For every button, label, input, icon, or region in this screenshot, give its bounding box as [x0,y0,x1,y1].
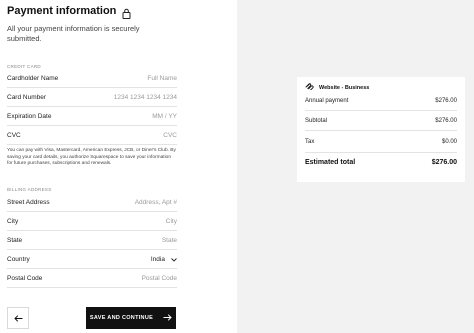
state-label: State [7,236,23,244]
back-button[interactable] [7,307,29,329]
annual-payment-row: Annual payment $276.00 [305,98,457,104]
tax-row: Tax $0.00 [305,139,457,145]
cardholder-name-input[interactable]: Full Name [147,75,177,82]
cardholder-name-label: Cardholder Name [7,74,59,82]
card-number-label: Card Number [7,93,47,101]
order-summary-card: Website - Business Annual payment $276.0… [297,77,465,182]
page-subtitle: All your payment information is securely… [7,24,140,43]
postal-code-label: Postal Code [7,274,43,282]
summary-divider [305,110,457,111]
card-number-field[interactable]: Card Number 1234 1234 1234 1234 [7,88,177,107]
country-select[interactable]: Country India [7,250,177,269]
chevron-down-icon [171,257,177,262]
save-and-continue-label: SAVE AND CONTINUE [89,315,154,321]
plan-name: Website - Business [319,84,370,91]
page-title: Payment information [7,5,117,17]
state-field[interactable]: State State [7,231,177,250]
postal-code-field[interactable]: Postal Code Postal Code [7,269,177,288]
subtotal-row: Subtotal $276.00 [305,118,457,124]
cardholder-name-field[interactable]: Cardholder Name Full Name [7,69,177,88]
street-address-label: Street Address [7,198,50,206]
city-label: City [7,217,19,225]
country-label: Country [7,255,30,263]
cvc-label: CVC [7,131,21,139]
expiration-date-field[interactable]: Expiration Date MM / YY [7,107,177,126]
cvc-input[interactable]: CVC [163,132,177,139]
estimated-total-row: Estimated total $276.00 [305,159,457,166]
postal-code-input[interactable]: Postal Code [142,275,177,282]
city-input[interactable]: City [166,218,177,225]
country-selected-value: India [150,255,165,263]
tax-value: $0.00 [441,139,457,145]
city-field[interactable]: City City [7,212,177,231]
subtotal-label: Subtotal [305,118,328,124]
billing-address-section-label: BILLING ADDRESS [7,187,52,192]
card-authorization-note: You can pay with Visa, Mastercard, Ameri… [7,148,176,166]
lock-icon [122,6,131,19]
annual-payment-value: $276.00 [435,98,457,104]
expiration-date-label: Expiration Date [7,112,52,120]
subtotal-value: $276.00 [435,118,457,124]
street-address-field[interactable]: Street Address Address, Apt # [7,193,177,212]
card-number-input[interactable]: 1234 1234 1234 1234 [114,94,177,101]
annual-payment-label: Annual payment [305,98,349,104]
arrow-left-icon [13,309,23,327]
state-input[interactable]: State [162,237,177,244]
country-value[interactable]: India [151,256,177,263]
squarespace-logo-icon [305,82,314,92]
street-address-input[interactable]: Address, Apt # [135,199,177,206]
payment-form-panel: Payment information All your payment inf… [0,0,237,333]
expiration-date-input[interactable]: MM / YY [152,113,177,120]
page-header: Payment information [7,5,131,19]
plan-header: Website - Business [305,82,370,92]
save-and-continue-button[interactable]: SAVE AND CONTINUE [86,307,176,329]
estimated-total-label: Estimated total [305,159,356,166]
tax-label: Tax [305,139,315,145]
summary-divider [305,130,457,131]
arrow-right-icon [163,313,172,323]
cvc-field[interactable]: CVC CVC [7,126,177,145]
estimated-total-value: $276.00 [431,159,457,166]
summary-divider [305,152,457,153]
